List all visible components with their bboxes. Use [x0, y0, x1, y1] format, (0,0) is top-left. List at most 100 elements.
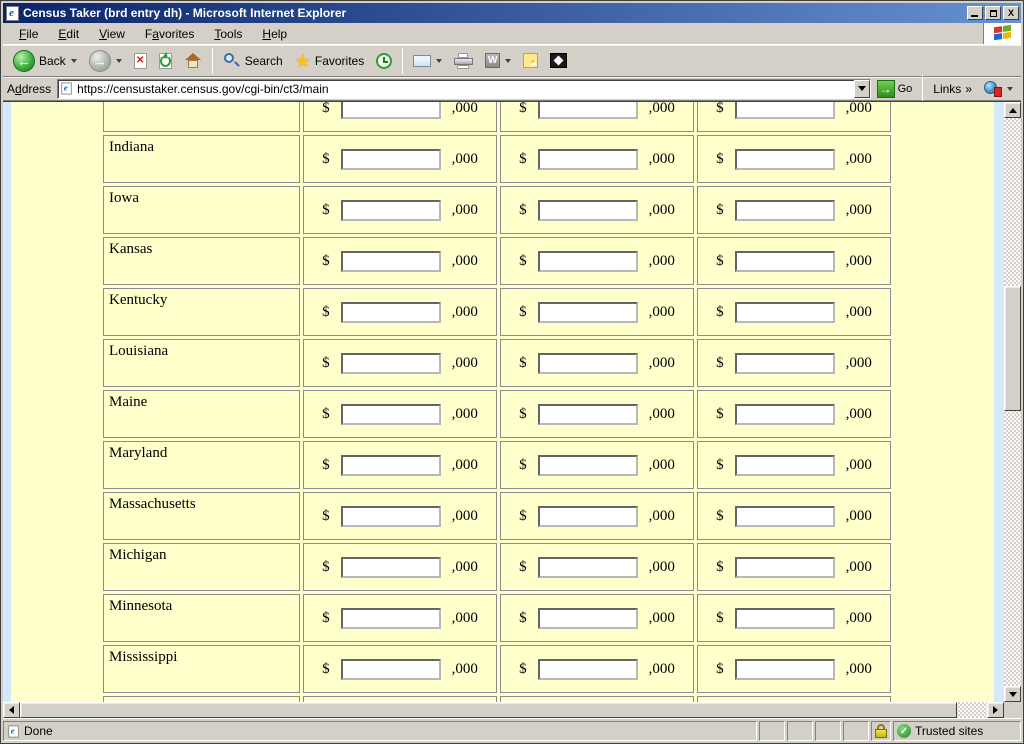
stop-button[interactable] [128, 47, 153, 75]
horizontal-scrollbar[interactable] [3, 702, 1004, 718]
money-cell: $,000 [500, 543, 694, 591]
money-cell: $,000 [303, 102, 497, 132]
history-button[interactable] [370, 47, 398, 75]
vertical-scroll-thumb[interactable] [1004, 286, 1021, 411]
amount-input[interactable] [341, 353, 441, 374]
currency-prefix: $ [322, 508, 330, 525]
status-pane [787, 721, 813, 741]
forward-button[interactable]: → [83, 47, 128, 75]
amount-input[interactable] [735, 149, 835, 170]
messenger-button[interactable] [544, 47, 573, 75]
state-name-cell: Mississippi [103, 645, 300, 693]
amount-input[interactable] [735, 251, 835, 272]
amount-input[interactable] [341, 302, 441, 323]
amount-input[interactable] [538, 557, 638, 578]
amount-input[interactable] [538, 200, 638, 221]
amount-input[interactable] [538, 102, 638, 119]
menu-help[interactable]: Help [252, 25, 297, 43]
vertical-scroll-track[interactable] [1004, 118, 1021, 686]
favorites-button[interactable]: ★ Favorites [289, 47, 371, 75]
amount-input[interactable] [341, 404, 441, 425]
currency-prefix: $ [519, 559, 527, 576]
money-cell: $,000 [303, 492, 497, 540]
amount-input[interactable] [341, 557, 441, 578]
thousands-suffix: ,000 [846, 661, 872, 678]
scroll-right-button[interactable] [987, 702, 1004, 718]
address-input[interactable]: https://censustaker.census.gov/cgi-bin/c… [57, 79, 871, 99]
scroll-left-button[interactable] [3, 702, 20, 718]
amount-input[interactable] [341, 608, 441, 629]
menu-edit[interactable]: Edit [48, 25, 89, 43]
vertical-scrollbar[interactable] [1004, 102, 1021, 702]
convert-to-pdf-button[interactable] [978, 75, 1019, 103]
money-cell: $,000 [500, 339, 694, 387]
links-label: Links [933, 82, 961, 96]
thousands-suffix: ,000 [846, 508, 872, 525]
notes-button[interactable] [517, 47, 544, 75]
status-bar: Done ✓ Trusted sites [3, 718, 1021, 741]
table-row: Louisiana$,000$,000$,000 [103, 339, 891, 387]
home-button[interactable] [178, 47, 208, 75]
amount-input[interactable] [341, 251, 441, 272]
amount-input[interactable] [735, 102, 835, 119]
amount-input[interactable] [341, 149, 441, 170]
amount-input[interactable] [735, 404, 835, 425]
amount-input[interactable] [538, 251, 638, 272]
address-dropdown-button[interactable] [854, 80, 870, 98]
restore-button[interactable] [985, 6, 1001, 20]
search-label: Search [245, 54, 283, 68]
menu-file[interactable]: File [9, 25, 48, 43]
amount-input[interactable] [735, 659, 835, 680]
search-button[interactable]: Search [217, 47, 289, 75]
horizontal-scroll-thumb[interactable] [20, 702, 957, 718]
amount-input[interactable] [735, 353, 835, 374]
close-button[interactable]: X [1003, 6, 1019, 20]
amount-input[interactable] [341, 102, 441, 119]
ie-window-icon [6, 6, 19, 21]
amount-input[interactable] [735, 200, 835, 221]
thousands-suffix: ,000 [649, 355, 675, 372]
amount-input[interactable] [341, 506, 441, 527]
amount-input[interactable] [538, 506, 638, 527]
go-button[interactable]: → Go [871, 78, 919, 100]
scroll-up-button[interactable] [1004, 102, 1021, 118]
menu-tools[interactable]: Tools [204, 25, 252, 43]
forward-dropdown-icon[interactable] [116, 59, 122, 63]
edit-with-word-button[interactable]: W [479, 47, 517, 75]
menu-view[interactable]: View [89, 25, 135, 43]
amount-input[interactable] [735, 506, 835, 527]
print-button[interactable] [448, 47, 479, 75]
menu-favorites[interactable]: Favorites [135, 25, 204, 43]
horizontal-scroll-track[interactable] [20, 702, 987, 718]
state-name-cell: Massachusetts [103, 492, 300, 540]
sticky-note-icon [523, 53, 538, 68]
amount-input[interactable] [538, 455, 638, 476]
amount-input[interactable] [538, 608, 638, 629]
amount-input[interactable] [341, 200, 441, 221]
amount-input[interactable] [341, 455, 441, 476]
address-label: Address [7, 82, 51, 96]
amount-input[interactable] [538, 404, 638, 425]
pdf-dropdown-icon[interactable] [1007, 87, 1013, 91]
amount-input[interactable] [538, 659, 638, 680]
amount-input[interactable] [538, 149, 638, 170]
mail-button[interactable] [407, 47, 448, 75]
edit-dropdown-icon[interactable] [505, 59, 511, 63]
amount-input[interactable] [538, 353, 638, 374]
scroll-down-button[interactable] [1004, 686, 1021, 702]
currency-prefix: $ [716, 202, 724, 219]
amount-input[interactable] [538, 302, 638, 323]
amount-input[interactable] [735, 557, 835, 578]
back-button[interactable]: ← Back [7, 47, 83, 75]
amount-input[interactable] [735, 455, 835, 476]
refresh-button[interactable] [153, 47, 178, 75]
currency-prefix: $ [716, 610, 724, 627]
mail-dropdown-icon[interactable] [436, 59, 442, 63]
amount-input[interactable] [735, 302, 835, 323]
amount-input[interactable] [735, 608, 835, 629]
back-dropdown-icon[interactable] [71, 59, 77, 63]
links-menu[interactable]: Links » [927, 82, 978, 96]
minimize-button[interactable] [967, 6, 983, 20]
money-cell: $,000 [303, 645, 497, 693]
amount-input[interactable] [341, 659, 441, 680]
